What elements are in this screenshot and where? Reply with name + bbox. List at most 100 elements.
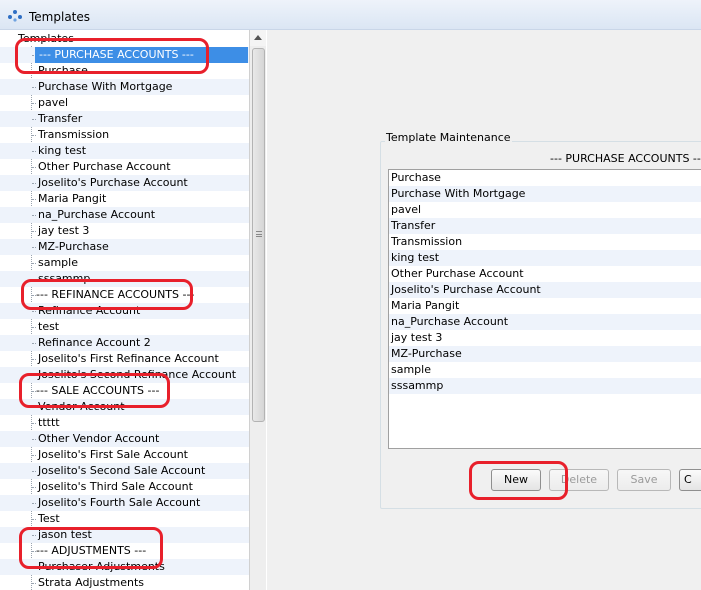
tree-connector bbox=[32, 247, 36, 248]
tree-connector bbox=[32, 263, 36, 264]
title-bar: Templates bbox=[0, 0, 701, 30]
tree-connector bbox=[32, 439, 36, 440]
template-maintenance-title: Template Maintenance bbox=[385, 131, 512, 144]
tree-item[interactable]: pavel bbox=[0, 95, 249, 111]
tree-connector bbox=[32, 487, 36, 488]
list-item[interactable]: MZ-Purchase bbox=[389, 346, 701, 362]
tree-connector bbox=[32, 167, 36, 168]
list-item[interactable]: Maria Pangit bbox=[389, 298, 701, 314]
tree-item[interactable]: Joselito's Purchase Account bbox=[0, 175, 249, 191]
tree-connector bbox=[32, 119, 36, 120]
window-title: Templates bbox=[29, 10, 91, 24]
tree-item[interactable]: sample bbox=[0, 255, 249, 271]
tree-item-label: Joselito's Second Sale Account bbox=[38, 464, 206, 477]
tree-connector bbox=[32, 327, 36, 328]
template-list[interactable]: Purchase Purchase With Mortgage pavel Trans… bbox=[388, 169, 701, 449]
tree-item-label: jay test 3 bbox=[38, 224, 90, 237]
tree-item[interactable]: na_Purchase Account bbox=[0, 207, 249, 223]
tree-item[interactable]: Maria Pangit bbox=[0, 191, 249, 207]
tree-item[interactable]: Joselito's Third Sale Account bbox=[0, 479, 249, 495]
tree-item[interactable]: test bbox=[0, 319, 249, 335]
tree-item-label: test bbox=[38, 320, 60, 333]
list-item[interactable]: Other Purchase Account bbox=[389, 266, 701, 282]
list-item[interactable]: Transfer bbox=[389, 218, 701, 234]
list-item[interactable]: Purchase With Mortgage bbox=[389, 186, 701, 202]
annotation-sale bbox=[19, 373, 170, 408]
tree-item-label: Strata Adjustments bbox=[38, 576, 144, 589]
tree-connector bbox=[32, 423, 36, 424]
list-item[interactable]: sssammp bbox=[389, 378, 701, 394]
close-button[interactable]: C bbox=[679, 469, 701, 491]
tree-item[interactable]: king test bbox=[0, 143, 249, 159]
scroll-up-icon[interactable] bbox=[250, 30, 266, 46]
tree-scrollbar[interactable] bbox=[249, 30, 266, 590]
tree-connector bbox=[32, 503, 36, 504]
tree-connector bbox=[32, 87, 36, 88]
list-item[interactable]: sample bbox=[389, 362, 701, 378]
tree-item[interactable]: Refinance Account 2 bbox=[0, 335, 249, 351]
tree-item[interactable]: Joselito's Second Sale Account bbox=[0, 463, 249, 479]
tree-item[interactable]: ttttt bbox=[0, 415, 249, 431]
tree-item[interactable]: Other Vendor Account bbox=[0, 431, 249, 447]
tree-item-label: Joselito's First Refinance Account bbox=[38, 352, 219, 365]
list-item[interactable]: Purchase bbox=[389, 170, 701, 186]
scroll-thumb[interactable] bbox=[252, 48, 265, 422]
tree-connector bbox=[32, 343, 36, 344]
tree-item[interactable]: Joselito's Fourth Sale Account bbox=[0, 495, 249, 511]
tree-item-label: sample bbox=[38, 256, 78, 269]
tree-item-label: na_Purchase Account bbox=[38, 208, 156, 221]
tree-item[interactable]: jay test 3 bbox=[0, 223, 249, 239]
tree-item-label: pavel bbox=[38, 96, 69, 109]
tree-connector bbox=[32, 583, 36, 584]
tree-connector bbox=[32, 183, 36, 184]
template-tree[interactable]: Templates --- PURCHASE ACCOUNTS --- Purch… bbox=[0, 30, 249, 590]
tree-connector bbox=[32, 519, 36, 520]
tree-item-label: Other Purchase Account bbox=[38, 160, 171, 173]
tree-connector bbox=[32, 359, 36, 360]
list-item[interactable]: na_Purchase Account bbox=[389, 314, 701, 330]
tree-item-label: MZ-Purchase bbox=[38, 240, 109, 253]
annotation-adjustments bbox=[19, 527, 163, 569]
tree-connector bbox=[32, 151, 36, 152]
tree-item-label: Joselito's Purchase Account bbox=[38, 176, 188, 189]
tree-item-label: Other Vendor Account bbox=[38, 432, 160, 445]
list-item[interactable]: Transmission bbox=[389, 234, 701, 250]
tree-connector bbox=[32, 215, 36, 216]
list-item[interactable]: pavel bbox=[389, 202, 701, 218]
annotation-refinance bbox=[21, 279, 193, 310]
tree-item-label: Purchase With Mortgage bbox=[38, 80, 173, 93]
tree-item[interactable]: MZ-Purchase bbox=[0, 239, 249, 255]
tree-item-label: Transfer bbox=[38, 112, 83, 125]
list-item[interactable]: Joselito's Purchase Account bbox=[389, 282, 701, 298]
tree-item-label: Maria Pangit bbox=[38, 192, 107, 205]
tree-item[interactable]: Test bbox=[0, 511, 249, 527]
tree-item-label: Joselito's Fourth Sale Account bbox=[38, 496, 201, 509]
tree-item-label: Transmission bbox=[38, 128, 110, 141]
tree-item[interactable]: Strata Adjustments bbox=[0, 575, 249, 590]
tree-item-label: Test bbox=[38, 512, 60, 525]
grip-icon bbox=[256, 231, 262, 237]
tree-item-label: king test bbox=[38, 144, 87, 157]
tree-connector bbox=[32, 471, 36, 472]
tree-connector bbox=[32, 455, 36, 456]
tree-item[interactable]: Other Purchase Account bbox=[0, 159, 249, 175]
list-item[interactable]: jay test 3 bbox=[389, 330, 701, 346]
tree-item-label: ttttt bbox=[38, 416, 60, 429]
save-button[interactable]: Save bbox=[617, 469, 671, 491]
tree-item[interactable]: Joselito's First Refinance Account bbox=[0, 351, 249, 367]
tree-item[interactable]: Transfer bbox=[0, 111, 249, 127]
tree-connector bbox=[32, 231, 36, 232]
tree-item-label: Refinance Account 2 bbox=[38, 336, 151, 349]
list-item[interactable]: king test bbox=[389, 250, 701, 266]
tree-item[interactable]: Transmission bbox=[0, 127, 249, 143]
tree-item-label: Joselito's Third Sale Account bbox=[38, 480, 193, 493]
tree-item[interactable]: Purchase With Mortgage bbox=[0, 79, 249, 95]
tree-connector bbox=[32, 199, 36, 200]
tree-item-label: Joselito's First Sale Account bbox=[38, 448, 188, 461]
annotation-new-button bbox=[469, 461, 568, 500]
tree-connector bbox=[32, 135, 36, 136]
annotation-purchase bbox=[15, 38, 209, 74]
tree-item[interactable]: Joselito's First Sale Account bbox=[0, 447, 249, 463]
tree-connector bbox=[32, 311, 36, 312]
app-icon bbox=[8, 10, 22, 22]
